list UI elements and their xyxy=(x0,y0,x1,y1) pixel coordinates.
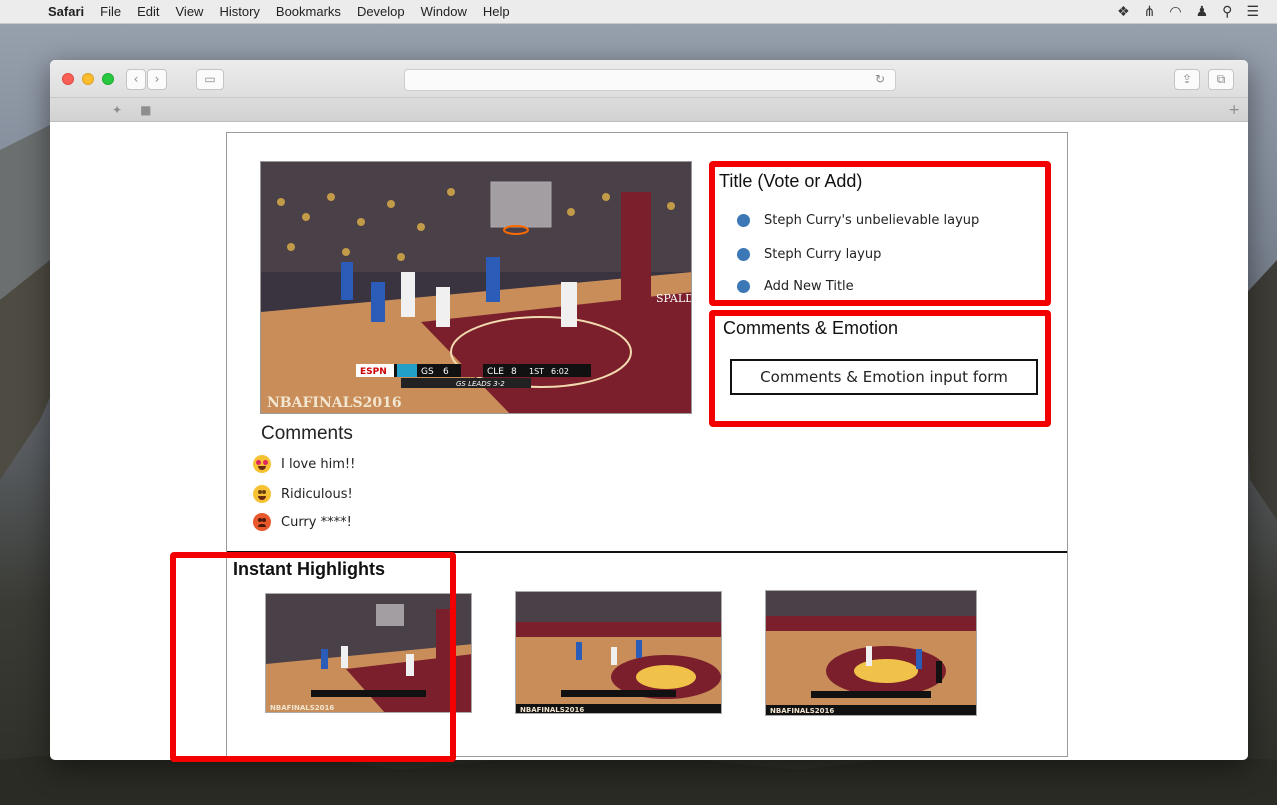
comment-text: Ridiculous! xyxy=(281,486,353,502)
menu-file[interactable]: File xyxy=(100,4,121,19)
favorites-bar: ✦ ■ + xyxy=(50,98,1248,122)
spotlight-search-icon[interactable]: ⚲ xyxy=(1222,3,1232,20)
comments-heading: Comments xyxy=(261,423,353,444)
score-right: 8 xyxy=(511,367,517,377)
instant-highlights-panel xyxy=(170,552,456,762)
facebook-bookmark-icon[interactable]: ■ xyxy=(140,103,151,117)
menu-app-name[interactable]: Safari xyxy=(48,4,84,19)
comment-item: Ridiculous! xyxy=(253,485,353,503)
highlight-watermark: NBAFINALS2016 xyxy=(770,707,834,715)
title-option[interactable]: Steph Curry layup xyxy=(737,247,881,262)
title-option[interactable]: Steph Curry's unbelievable layup xyxy=(737,213,979,228)
video-watermark: NBAFINALS2016 xyxy=(267,395,402,411)
sidebar-toggle-button[interactable]: ▭ xyxy=(196,69,224,90)
menu-window[interactable]: Window xyxy=(421,4,467,19)
menu-edit[interactable]: Edit xyxy=(137,4,159,19)
title-option-label: Steph Curry layup xyxy=(764,247,882,262)
menu-develop[interactable]: Develop xyxy=(357,4,405,19)
series-status: GS LEADS 3-2 xyxy=(456,380,505,388)
wifi-icon[interactable]: ◠ xyxy=(1169,3,1181,20)
highlight-image: NBAFINALS2016 xyxy=(516,592,721,714)
twitter-bookmark-icon[interactable]: ✦ xyxy=(112,103,122,117)
comments-emotion-input[interactable]: Comments & Emotion input form xyxy=(730,359,1038,395)
title-vote-heading: Title (Vote or Add) xyxy=(719,171,863,191)
notification-center-icon[interactable]: ☰ xyxy=(1246,3,1259,20)
bullet-icon xyxy=(737,214,750,227)
angry-emoji-icon xyxy=(253,513,271,531)
main-video[interactable]: SPALDING ESPN GS 6 CLE 8 1ST 6:02 GS LEA… xyxy=(260,161,692,414)
court-brand-label: SPALDING xyxy=(656,292,692,305)
instant-highlights-heading: Instant Highlights xyxy=(233,559,385,579)
new-tab-icon[interactable]: + xyxy=(1228,102,1240,118)
dropbox-icon[interactable]: ❖ xyxy=(1117,3,1130,20)
tabs-overview-button[interactable]: ⧉ xyxy=(1208,69,1234,90)
title-vote-panel: Title (Vote or Add) Steph Curry's unbeli… xyxy=(709,161,1051,306)
forward-button[interactable]: › xyxy=(147,69,167,90)
highlight-image: NBAFINALS2016 xyxy=(766,591,976,715)
user-icon[interactable]: ♟ xyxy=(1196,3,1209,20)
browser-toolbar: ‹ › ▭ ↻ ⇪ ⧉ xyxy=(50,60,1248,98)
grin-emoji-icon xyxy=(253,485,271,503)
menu-help[interactable]: Help xyxy=(483,4,510,19)
highlight-thumbnail[interactable]: NBAFINALS2016 xyxy=(765,590,977,716)
comment-item: I love him!! xyxy=(253,455,355,473)
comments-emotion-heading: Comments & Emotion xyxy=(723,318,899,338)
add-new-title-option[interactable]: Add New Title xyxy=(737,279,854,294)
score-team-left: GS xyxy=(421,367,434,377)
network-logo: ESPN xyxy=(360,367,387,377)
title-option-label: Steph Curry's unbelievable layup xyxy=(764,213,980,228)
score-left: 6 xyxy=(443,367,449,377)
comment-text: Curry ****! xyxy=(281,514,352,530)
comment-text: I love him!! xyxy=(281,456,356,472)
highlight-thumbnail[interactable]: NBAFINALS2016 xyxy=(515,591,722,714)
minimize-window-icon[interactable] xyxy=(82,73,94,85)
address-bar[interactable]: ↻ xyxy=(404,69,896,91)
status-icons: ❖ ⋔ ◠ ♟ ⚲ ☰ xyxy=(1117,3,1259,20)
menu-bar: Safari File Edit View History Bookmarks … xyxy=(0,0,1277,24)
bullet-icon xyxy=(737,280,750,293)
title-option-label: Add New Title xyxy=(764,279,854,294)
comment-item: Curry ****! xyxy=(253,513,352,531)
score-quarter: 1ST xyxy=(529,367,544,376)
close-window-icon[interactable] xyxy=(62,73,74,85)
highlight-watermark: NBAFINALS2016 xyxy=(520,706,584,714)
menu-history[interactable]: History xyxy=(219,4,259,19)
reload-icon[interactable]: ↻ xyxy=(875,72,885,86)
back-button[interactable]: ‹ xyxy=(126,69,146,90)
network-icon[interactable]: ⋔ xyxy=(1144,3,1156,20)
menu-bookmarks[interactable]: Bookmarks xyxy=(276,4,341,19)
zoom-window-icon[interactable] xyxy=(102,73,114,85)
score-team-right: CLE xyxy=(487,367,504,377)
heart-eyes-emoji-icon xyxy=(253,455,271,473)
comments-emotion-panel: Comments & Emotion Comments & Emotion in… xyxy=(709,310,1051,427)
share-button[interactable]: ⇪ xyxy=(1174,69,1200,90)
bullet-icon xyxy=(737,248,750,261)
menu-view[interactable]: View xyxy=(176,4,204,19)
video-frame-image: SPALDING ESPN GS 6 CLE 8 1ST 6:02 GS LEA… xyxy=(261,162,692,413)
score-clock: 6:02 xyxy=(551,367,569,376)
